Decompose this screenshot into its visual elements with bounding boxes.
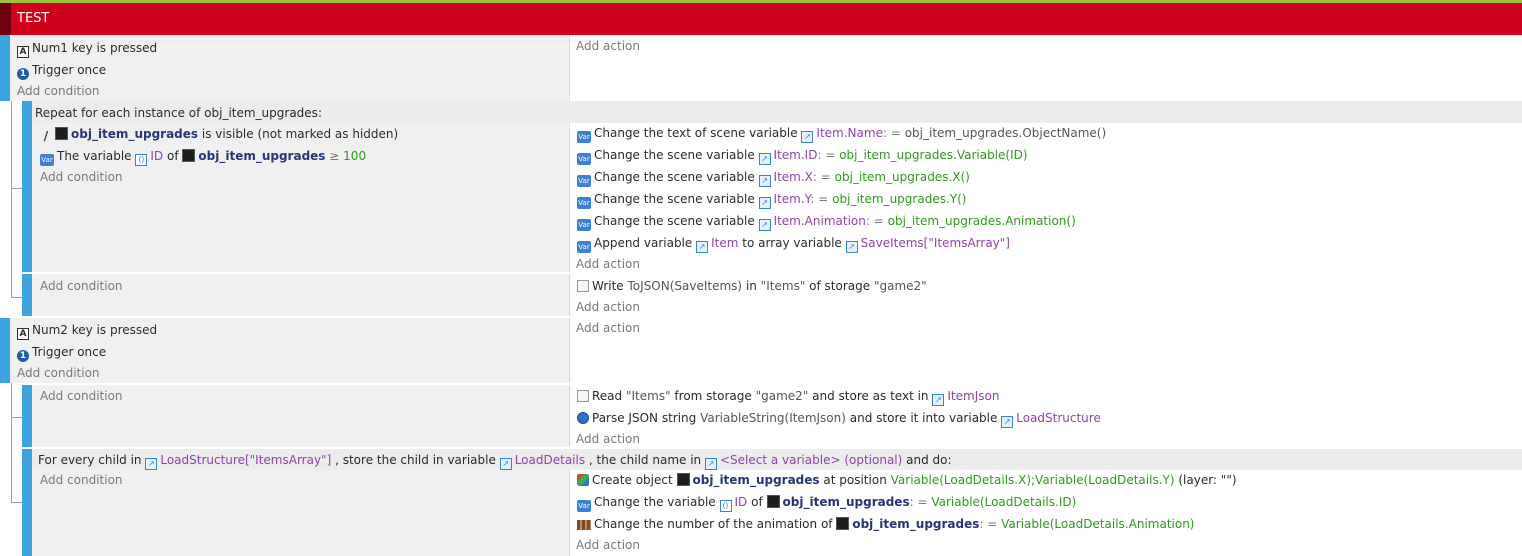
scene-variable-icon: ↗	[801, 131, 814, 143]
add-action-button[interactable]: Add action	[576, 299, 640, 315]
scene-variable-icon: ↗	[704, 458, 717, 470]
event-1-drag-handle[interactable]	[0, 35, 10, 101]
scene-variable-icon: ↗	[758, 219, 771, 231]
repeat-event-drag-handle[interactable]	[22, 101, 32, 272]
action-parse-json[interactable]: Parse JSON string VariableString(ItemJso…	[577, 410, 1101, 428]
foreach-header-text: For every child in ↗ LoadStructure["Items…	[38, 453, 952, 470]
object-icon	[766, 495, 780, 508]
add-action-button[interactable]: Add action	[576, 537, 640, 553]
condition-variable-compare[interactable]: Var The variable ⟨⟩ ID of obj_item_upgrade…	[40, 148, 366, 166]
condition-num2-key-pressed[interactable]: A Num2 key is pressed	[17, 322, 157, 340]
action-create-object[interactable]: Create object obj_item_upgrades at posit…	[577, 472, 1237, 488]
write-event-drag-handle[interactable]	[22, 274, 32, 316]
scene-variable-icon: ↗	[1001, 416, 1014, 428]
scene-variable-icon: ↗	[758, 175, 771, 187]
variable-icon: Var	[577, 500, 591, 512]
tree-line	[11, 502, 22, 503]
add-action-button[interactable]: Add action	[576, 38, 640, 54]
scene-variable-icon: ↗	[845, 241, 858, 253]
variable-icon: Var	[577, 219, 591, 231]
tree-line	[11, 417, 22, 418]
add-condition-button[interactable]: Add condition	[40, 169, 123, 185]
event-1-actions[interactable]	[571, 35, 1522, 101]
storage-document-icon	[577, 390, 589, 402]
keyboard-key-icon: A	[17, 46, 29, 58]
action-change-item-animation[interactable]: Var Change the scene variable ↗ Item.Anima…	[577, 213, 1076, 231]
add-action-button[interactable]: Add action	[576, 431, 640, 447]
object-icon	[182, 149, 196, 162]
keyboard-key-icon: A	[17, 328, 29, 340]
variable-icon: Var	[577, 197, 591, 209]
action-change-animation[interactable]: Change the number of the animation of ob…	[577, 516, 1195, 532]
action-write-storage[interactable]: Write ToJSON(SaveItems) in "Items" of st…	[577, 278, 927, 294]
scene-variable-icon: ↗	[145, 458, 158, 470]
trigger-once-icon: 1	[17, 350, 29, 362]
action-change-item-x[interactable]: Var Change the scene variable ↗ Item.X: = …	[577, 169, 970, 187]
object-icon	[836, 517, 850, 530]
select-variable-field[interactable]: <Select a variable> (optional)	[720, 453, 902, 467]
variable-icon: Var	[577, 153, 591, 165]
scene-variable-icon: ↗	[758, 153, 771, 165]
event-2-actions[interactable]	[571, 318, 1522, 383]
variable-icon: Var	[577, 241, 591, 253]
action-read-storage[interactable]: Read "Items" from storage "game2" and st…	[577, 388, 999, 406]
tree-line	[11, 297, 22, 298]
foreach-event-drag-handle[interactable]	[22, 449, 32, 556]
animation-filmstrip-icon	[577, 520, 591, 530]
action-change-object-variable[interactable]: Var Change the variable ⟨⟩ ID of obj_item_…	[577, 494, 1076, 512]
trigger-once-icon: 1	[17, 68, 29, 80]
condition-trigger-once[interactable]: 1 Trigger once	[17, 62, 106, 80]
tree-line	[11, 101, 12, 298]
group-header-bar	[0, 3, 11, 35]
action-change-item-name[interactable]: Var Change the text of scene variable ↗ It…	[577, 125, 1106, 143]
storage-document-icon	[577, 280, 589, 292]
event-group-header[interactable]: TEST	[0, 0, 1522, 35]
read-event-drag-handle[interactable]	[22, 385, 32, 447]
variable-icon: Var	[577, 175, 591, 187]
network-globe-icon	[577, 412, 589, 424]
add-action-button[interactable]: Add action	[576, 256, 640, 272]
repeat-conditions[interactable]	[32, 123, 570, 272]
add-condition-button[interactable]: Add condition	[40, 472, 123, 488]
variable-icon: Var	[577, 131, 591, 143]
scene-variable-icon: ↗	[499, 458, 512, 470]
group-title: TEST	[17, 11, 50, 26]
repeat-header-text: Repeat for each instance of obj_item_upg…	[35, 106, 322, 120]
object-variable-icon: ⟨⟩	[135, 154, 148, 166]
scene-variable-icon: ↗	[758, 197, 771, 209]
visibility-icon: /	[43, 129, 49, 143]
add-action-button[interactable]: Add action	[576, 320, 640, 336]
scene-variable-icon: ↗	[696, 241, 709, 253]
tree-line	[11, 383, 12, 503]
scene-variable-icon: ↗	[932, 394, 945, 406]
add-condition-button[interactable]: Add condition	[40, 388, 123, 404]
tree-line	[11, 188, 22, 189]
add-condition-button[interactable]: Add condition	[17, 365, 100, 381]
condition-trigger-once[interactable]: 1 Trigger once	[17, 344, 106, 362]
object-icon	[55, 127, 68, 140]
condition-is-visible[interactable]: / obj_item_upgrades is visible (not marke…	[40, 126, 398, 142]
add-condition-button[interactable]: Add condition	[17, 83, 100, 99]
action-append-variable[interactable]: Var Append variable ↗ Item to array variab…	[577, 235, 1010, 253]
object-icon	[676, 473, 690, 486]
action-change-item-y[interactable]: Var Change the scene variable ↗ Item.Y: = …	[577, 191, 966, 209]
create-object-icon	[577, 474, 589, 486]
add-condition-button[interactable]: Add condition	[40, 278, 123, 294]
variable-icon: Var	[40, 154, 54, 166]
object-variable-icon: ⟨⟩	[719, 500, 732, 512]
event-2-drag-handle[interactable]	[0, 318, 10, 383]
condition-num1-key-pressed[interactable]: A Num1 key is pressed	[17, 40, 157, 58]
action-change-item-id[interactable]: Var Change the scene variable ↗ Item.ID: =…	[577, 147, 1028, 165]
